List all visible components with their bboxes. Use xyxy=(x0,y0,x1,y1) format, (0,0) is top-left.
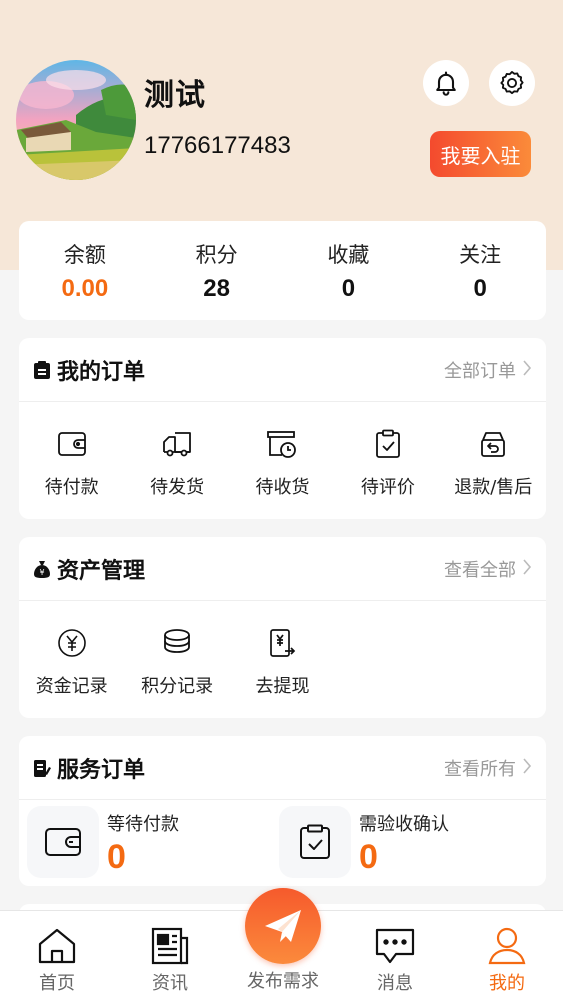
stat-favorites[interactable]: 收藏 0 xyxy=(283,221,415,320)
asset-label: 去提现 xyxy=(255,676,310,697)
tab-label: 资讯 xyxy=(152,973,188,994)
truck-icon xyxy=(161,427,193,461)
asset-fund-records[interactable]: 资金记录 xyxy=(19,626,124,698)
chevron-right-icon xyxy=(522,757,532,779)
coins-stack-icon xyxy=(162,626,192,660)
tab-home[interactable]: 首页 xyxy=(1,911,113,1001)
wallet-icon xyxy=(27,806,99,878)
stat-label: 余额 xyxy=(63,243,106,267)
stat-following[interactable]: 关注 0 xyxy=(414,221,546,320)
withdraw-icon xyxy=(268,626,296,660)
service-awaiting-acceptance[interactable]: 需验收确认 0 xyxy=(279,806,531,878)
service-count: 0 xyxy=(359,838,378,876)
stat-value: 0 xyxy=(341,275,356,302)
stat-label: 积分 xyxy=(195,243,238,267)
service-count: 0 xyxy=(107,838,126,876)
asset-withdraw[interactable]: 去提现 xyxy=(230,626,335,698)
phone-number: 17766177483 xyxy=(144,132,291,159)
order-label: 待评价 xyxy=(360,477,415,498)
my-orders-header[interactable]: 我的订单 全部订单 xyxy=(19,338,546,402)
service-label: 等待付款 xyxy=(107,814,179,835)
publish-button[interactable] xyxy=(245,888,321,964)
service-orders-header[interactable]: 服务订单 查看所有 xyxy=(19,736,546,800)
clipboard-icon xyxy=(33,360,53,380)
publish-label[interactable]: 发布需求 xyxy=(230,967,336,993)
stat-label: 关注 xyxy=(459,243,502,267)
order-pending-shipment[interactable]: 待发货 xyxy=(124,427,229,499)
order-label: 待发货 xyxy=(150,477,205,498)
section-title: 我的订单 xyxy=(57,359,146,385)
notification-button[interactable] xyxy=(423,60,469,106)
join-button[interactable]: 我要入驻 xyxy=(430,131,531,177)
section-title: 资产管理 xyxy=(57,558,146,584)
all-orders-link[interactable]: 全部订单 xyxy=(444,357,516,383)
section-title: 服务订单 xyxy=(57,757,146,783)
chevron-right-icon xyxy=(522,558,532,580)
wallet-icon xyxy=(57,427,87,461)
tab-mine[interactable]: 我的 xyxy=(451,911,563,1001)
username: 测试 xyxy=(144,78,206,113)
order-label: 待付款 xyxy=(44,477,99,498)
svg-text:¥: ¥ xyxy=(39,568,44,577)
refund-icon xyxy=(479,427,507,461)
document-edit-icon xyxy=(33,758,53,778)
stat-value: 28 xyxy=(203,275,230,302)
stat-value: 0 xyxy=(473,275,487,302)
tab-news[interactable]: 资讯 xyxy=(114,911,226,1001)
newspaper-icon xyxy=(150,925,190,967)
order-label: 待收货 xyxy=(255,477,310,498)
my-orders-card: 我的订单 全部订单 待付款 待发货 待收货 待评价 退款/售后 xyxy=(19,338,546,519)
asset-label: 资金记录 xyxy=(35,676,108,697)
review-icon xyxy=(375,427,401,461)
stat-points[interactable]: 积分 28 xyxy=(151,221,283,320)
asset-points-records[interactable]: 积分记录 xyxy=(124,626,229,698)
gear-icon xyxy=(500,70,524,95)
view-all-services-link[interactable]: 查看所有 xyxy=(444,755,516,781)
tab-label: 首页 xyxy=(39,973,75,994)
stat-value: 0.00 xyxy=(61,275,109,302)
yuan-coin-icon xyxy=(57,626,87,660)
asset-management-card: ¥ 资产管理 查看全部 资金记录 积分记录 去提现 xyxy=(19,537,546,718)
tab-label: 我的 xyxy=(489,973,525,994)
tab-messages[interactable]: 消息 xyxy=(339,911,451,1001)
home-icon xyxy=(37,925,77,967)
asset-management-header[interactable]: ¥ 资产管理 查看全部 xyxy=(19,537,546,601)
service-label: 需验收确认 xyxy=(359,814,449,835)
order-pending-payment[interactable]: 待付款 xyxy=(19,427,124,499)
money-bag-icon: ¥ xyxy=(33,559,53,579)
service-awaiting-payment[interactable]: 等待付款 0 xyxy=(27,806,279,878)
paper-plane-icon xyxy=(265,910,301,942)
settings-button[interactable] xyxy=(489,60,535,106)
bell-icon xyxy=(436,71,456,96)
tab-label: 消息 xyxy=(377,973,413,994)
check-clipboard-icon xyxy=(279,806,351,878)
order-refund[interactable]: 退款/售后 xyxy=(441,427,546,499)
view-all-assets-link[interactable]: 查看全部 xyxy=(444,556,516,582)
order-pending-review[interactable]: 待评价 xyxy=(335,427,440,499)
order-pending-receipt[interactable]: 待收货 xyxy=(230,427,335,499)
chat-icon xyxy=(374,925,416,967)
asset-label: 积分记录 xyxy=(141,676,214,697)
stat-label: 收藏 xyxy=(327,243,370,267)
order-label: 退款/售后 xyxy=(454,477,533,498)
user-icon xyxy=(487,925,527,967)
avatar[interactable] xyxy=(16,60,136,180)
profile-header: 测试 17766177483 我要入驻 xyxy=(0,0,563,220)
stats-card: 余额 0.00 积分 28 收藏 0 关注 0 xyxy=(19,221,546,320)
service-orders-card: 服务订单 查看所有 等待付款 0 需验收确认 0 xyxy=(19,736,546,886)
chevron-right-icon xyxy=(522,359,532,381)
receive-icon xyxy=(266,427,298,461)
stat-balance[interactable]: 余额 0.00 xyxy=(19,221,151,320)
